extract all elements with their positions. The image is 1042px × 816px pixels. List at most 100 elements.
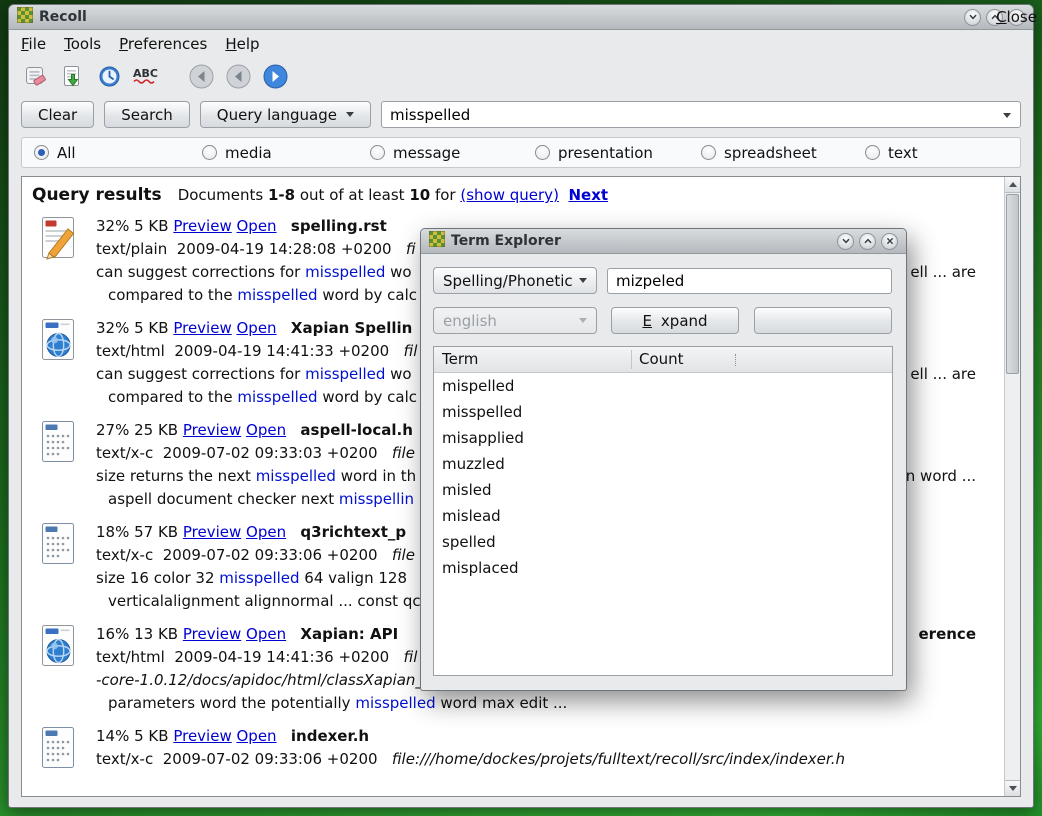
dialog-controls (837, 233, 898, 250)
highlight-term: misspelled (256, 467, 336, 485)
menu-preferences[interactable]: Preferences (119, 35, 207, 53)
start-query-button[interactable] (58, 62, 86, 90)
next-page-link[interactable]: Next (568, 186, 608, 204)
open-link[interactable]: Open (237, 217, 277, 235)
text-segment: 32% 5 KB (96, 319, 173, 337)
close-button[interactable] (881, 233, 898, 250)
close-icon (885, 236, 895, 246)
term-row[interactable]: misled (434, 477, 892, 503)
menu-bar: File Tools Preferences Help (9, 30, 1033, 58)
search-button[interactable]: Search (104, 101, 190, 128)
window-titlebar[interactable]: Recoll Close (9, 5, 1033, 30)
text-segment: compared to the (108, 388, 237, 406)
query-language-dropdown[interactable]: Query language (200, 101, 371, 128)
term-row[interactable]: misplaced (434, 555, 892, 581)
text-segment (277, 727, 291, 745)
menu-help[interactable]: Help (225, 35, 259, 53)
first-page-button[interactable] (187, 62, 215, 90)
first-page-icon (188, 63, 215, 90)
close-button[interactable] (754, 307, 892, 334)
filter-label: All (57, 144, 76, 162)
term-cell: misplaced (434, 559, 631, 577)
query-results-title: Query results (32, 185, 162, 205)
term-cell: misled (434, 481, 631, 499)
preview-link[interactable]: Preview (183, 625, 241, 643)
preview-link[interactable]: Preview (173, 319, 231, 337)
text-segment: 14% 5 KB (96, 727, 173, 745)
expand-button[interactable]: Expand (611, 307, 739, 334)
scroll-down-button[interactable] (1005, 780, 1020, 796)
results-scrollbar[interactable] (1004, 177, 1020, 796)
filter-radio-spreadsheet[interactable]: spreadsheet (701, 138, 817, 167)
scroll-up-button[interactable] (1005, 177, 1020, 193)
column-header-count[interactable]: Count (639, 350, 684, 368)
query-history-button[interactable] (95, 62, 123, 90)
filter-radio-message[interactable]: message (370, 138, 460, 167)
result-title: indexer.h (291, 727, 369, 745)
recoll-logo-icon (17, 7, 33, 27)
term-row[interactable]: muzzled (434, 451, 892, 477)
text-segment: 27% 25 KB (96, 421, 183, 439)
clear-search-button[interactable] (21, 62, 49, 90)
preview-link[interactable]: Preview (173, 217, 231, 235)
show-query-link[interactable]: (show query) (460, 186, 559, 204)
term-row[interactable]: misspelled (434, 399, 892, 425)
expansion-mode-dropdown[interactable]: Spelling/Phonetic (433, 267, 597, 294)
filter-radio-presentation[interactable]: presentation (535, 138, 653, 167)
term-explorer-icon: ABC (132, 64, 160, 89)
open-link[interactable]: Open (246, 421, 286, 439)
recoll-logo-icon (429, 231, 445, 251)
minimize-button[interactable] (837, 233, 854, 250)
highlight-term: misspelled (237, 388, 317, 406)
search-input[interactable] (390, 106, 994, 124)
menu-tools[interactable]: Tools (64, 35, 101, 53)
arrow-down-icon (1009, 786, 1017, 791)
open-link[interactable]: Open (246, 625, 286, 643)
text-segment: word by calc (318, 388, 417, 406)
scrollbar-thumb[interactable] (1006, 194, 1019, 374)
result-item: 14% 5 KB Preview Open indexer.h text/x-c … (28, 725, 1004, 774)
term-cell: misapplied (434, 429, 631, 447)
open-link[interactable]: Open (237, 319, 277, 337)
text-segment: aspell document checker next (108, 490, 339, 508)
result-title: q3richtext_p (300, 523, 406, 541)
filter-radio-all[interactable]: All (34, 138, 76, 167)
column-grip-icon[interactable] (735, 354, 736, 366)
text-segment: 16% 13 KB (96, 625, 183, 643)
term-cell: muzzled (434, 455, 631, 473)
chevron-down-icon (346, 112, 354, 117)
preview-link[interactable]: Preview (183, 421, 241, 439)
minimize-button[interactable] (964, 9, 981, 26)
search-input-combo[interactable] (381, 101, 1021, 128)
column-separator (631, 350, 632, 369)
close-button[interactable]: Close (1008, 9, 1025, 26)
text-segment: 1-8 (268, 186, 295, 204)
dialog-titlebar[interactable]: Term Explorer (421, 229, 906, 254)
open-link[interactable]: Open (237, 727, 277, 745)
preview-link[interactable]: Preview (173, 727, 231, 745)
highlight-term: misspelled (305, 365, 385, 383)
language-dropdown[interactable]: english (433, 307, 597, 334)
term-explorer-input[interactable] (607, 268, 892, 294)
term-row[interactable]: misapplied (434, 425, 892, 451)
text-segment: word max edit ... (436, 694, 568, 712)
term-row[interactable]: spelled (434, 529, 892, 555)
result-line: text/x-c 2009-07-02 09:33:06 +0200 file:… (96, 748, 976, 771)
minimize-icon (841, 236, 851, 246)
next-page-button[interactable] (261, 62, 289, 90)
chevron-down-icon[interactable] (1003, 113, 1011, 118)
column-header-term[interactable]: Term (442, 350, 478, 368)
clear-button[interactable]: Clear (21, 101, 94, 128)
term-row[interactable]: mispelled (434, 373, 892, 399)
maximize-button[interactable] (859, 233, 876, 250)
filter-radio-text[interactable]: text (865, 138, 918, 167)
term-row[interactable]: mislead (434, 503, 892, 529)
previous-page-button[interactable] (224, 62, 252, 90)
menu-file[interactable]: File (21, 35, 46, 53)
preview-link[interactable]: Preview (183, 523, 241, 541)
filter-radio-media[interactable]: media (202, 138, 272, 167)
term-explorer-button[interactable]: ABC (132, 62, 160, 90)
term-explorer-dialog: Term Explorer Spelling/Phonetic english … (420, 228, 907, 691)
open-link[interactable]: Open (246, 523, 286, 541)
text-segment: verticalalignment alignnormal ... const … (108, 592, 421, 610)
